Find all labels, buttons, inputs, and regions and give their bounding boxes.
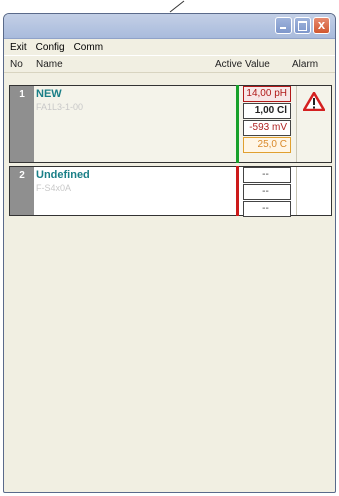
cursor-trace: [169, 0, 185, 13]
warning-triangle-icon: [303, 92, 325, 111]
minimize-button[interactable]: [275, 17, 292, 34]
channel-number-strip: 1: [10, 86, 34, 162]
channel-subtitle: FA1L3-1-00: [36, 102, 84, 112]
channel-number: 1: [19, 89, 25, 100]
alarm-cell[interactable]: [296, 86, 332, 162]
column-headers: No Name Active Value Alarm: [4, 56, 335, 73]
header-active-value: Active Value: [215, 59, 270, 70]
menu-bar: Exit Config Comm: [4, 39, 335, 56]
close-icon: x: [317, 17, 326, 32]
channel-number: 2: [19, 170, 25, 181]
channel-subtitle: F-S4x0A: [36, 183, 72, 193]
channel-name: Undefined: [36, 169, 90, 181]
value-empty: --: [243, 201, 291, 217]
channel-name-area: Undefined F-S4x0A: [36, 167, 90, 193]
active-values: 14,00 pH 1,00 Cl -593 mV 25,0 C: [236, 85, 297, 163]
value-empty: --: [243, 184, 291, 200]
channel-number-strip: 2: [10, 167, 34, 215]
value-ph: 14,00 pH: [243, 86, 291, 102]
header-name: Name: [36, 59, 63, 70]
value-empty: --: [243, 167, 291, 183]
value-mv: -593 mV: [243, 120, 291, 136]
active-values: -- -- --: [236, 166, 297, 217]
channel-name: NEW: [36, 88, 62, 100]
alarm-cell[interactable]: [296, 167, 332, 215]
channel-name-area: NEW FA1L3-1-00: [36, 86, 83, 112]
channel-row-1[interactable]: 1 NEW FA1L3-1-00 14,00 pH 1,00 Cl -593 m…: [9, 85, 332, 163]
menu-comm[interactable]: Comm: [74, 42, 103, 53]
value-temperature: 25,0 C: [243, 137, 291, 153]
header-alarm: Alarm: [292, 59, 319, 70]
app-window: x Exit Config Comm No Name Active Value …: [3, 13, 336, 493]
menu-config[interactable]: Config: [36, 42, 65, 53]
header-no: No: [10, 59, 23, 70]
menu-exit[interactable]: Exit: [10, 42, 27, 53]
close-button[interactable]: x: [313, 17, 330, 34]
channel-row-2[interactable]: 2 Undefined F-S4x0A -- -- --: [9, 166, 332, 217]
value-cl: 1,00 Cl: [243, 103, 291, 119]
maximize-button[interactable]: [294, 17, 311, 34]
title-bar[interactable]: x: [4, 14, 335, 39]
